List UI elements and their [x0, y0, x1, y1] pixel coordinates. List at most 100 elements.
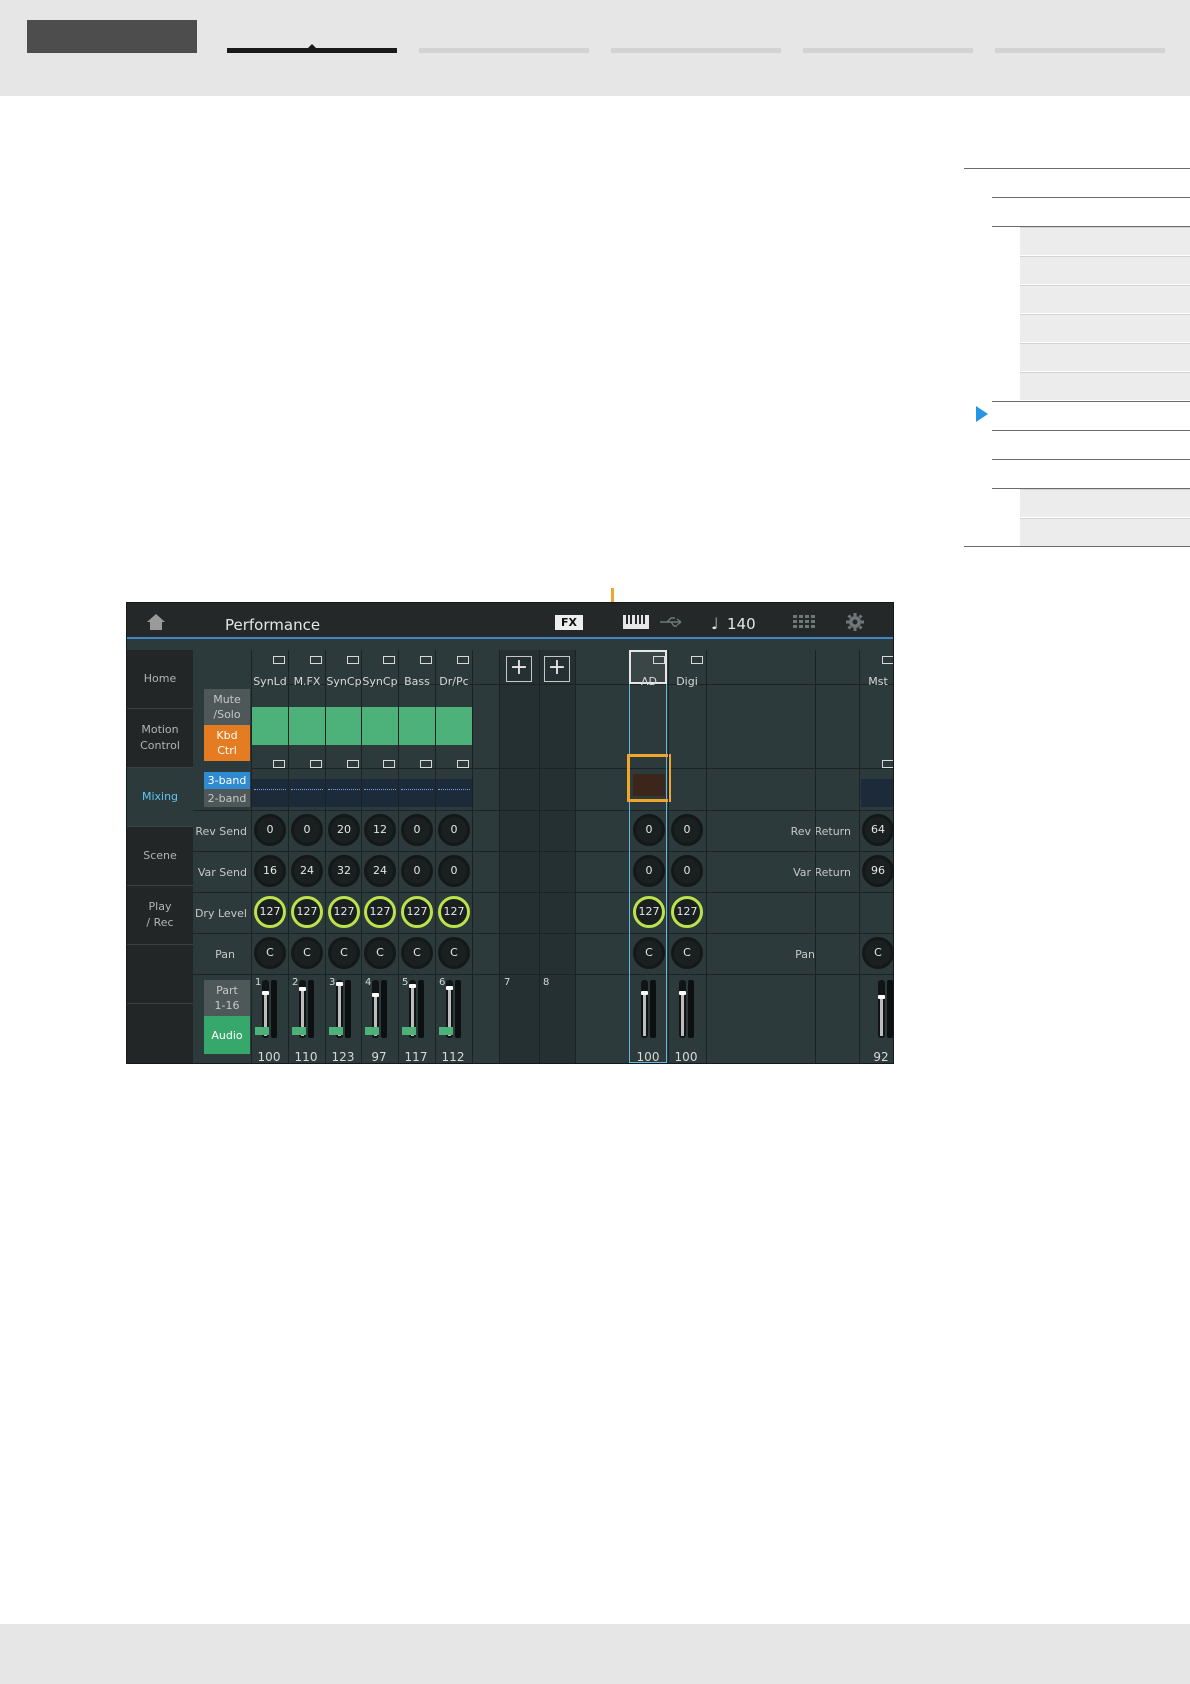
dry-level-knob[interactable]: 127 — [633, 896, 665, 928]
part-name[interactable]: Dr/Pc — [435, 675, 473, 688]
rev-send-knob[interactable]: 12 — [364, 814, 396, 846]
sidebar-item-scene[interactable]: Scene — [127, 827, 193, 886]
rev-return-knob[interactable]: 64 — [862, 814, 893, 846]
fx-button[interactable]: FX — [555, 615, 583, 630]
part-keyboard-icon[interactable] — [362, 707, 398, 745]
part-name[interactable]: M.FX — [288, 675, 326, 688]
fader-handle[interactable] — [679, 991, 686, 995]
pan-knob[interactable]: C — [438, 937, 470, 969]
add-part-button[interactable]: + — [506, 656, 532, 682]
var-send-knob[interactable]: 16 — [254, 855, 286, 887]
nav-tab-3[interactable] — [611, 48, 781, 53]
pan-knob[interactable]: C — [671, 937, 703, 969]
eq-3band-button[interactable]: 3-band — [204, 772, 250, 789]
pan-knob[interactable]: C — [291, 937, 323, 969]
part-name[interactable]: SynCp — [325, 675, 363, 688]
var-send-knob[interactable]: 0 — [401, 855, 433, 887]
master-volume-fader[interactable] — [878, 980, 885, 1038]
quick-access-grid-icon[interactable] — [793, 615, 815, 629]
part-keyboard-icon[interactable] — [436, 707, 472, 745]
audio-part-name[interactable]: Digi — [668, 675, 706, 688]
fader-handle[interactable] — [372, 993, 379, 997]
part-name[interactable]: SynCp — [361, 675, 399, 688]
fader-handle[interactable] — [409, 984, 416, 988]
rev-send-knob[interactable]: 0 — [671, 814, 703, 846]
part-name[interactable]: Bass — [398, 675, 436, 688]
master-eq-block[interactable] — [861, 779, 893, 807]
part-keyboard-icon[interactable] — [252, 707, 288, 745]
var-return-knob[interactable]: 96 — [862, 855, 893, 887]
part-keyboard-icon[interactable] — [399, 707, 435, 745]
nav-tab-4[interactable] — [803, 48, 973, 53]
volume-fader[interactable] — [641, 980, 648, 1038]
dry-level-knob[interactable]: 127 — [401, 896, 433, 928]
audio-button[interactable]: Audio — [204, 1016, 250, 1054]
pan-knob[interactable]: C — [633, 937, 665, 969]
master-name[interactable]: Mst — [859, 675, 893, 688]
pan-knob[interactable]: C — [254, 937, 286, 969]
toc-item[interactable] — [1020, 285, 1190, 313]
dry-level-knob[interactable]: 127 — [364, 896, 396, 928]
mute-solo-button[interactable]: Mute /Solo — [204, 689, 250, 725]
rev-send-knob[interactable]: 0 — [254, 814, 286, 846]
part-eq-block[interactable] — [326, 779, 362, 807]
part-eq-block[interactable] — [289, 779, 325, 807]
dry-level-knob[interactable]: 127 — [671, 896, 703, 928]
volume-fader[interactable] — [679, 980, 686, 1038]
rev-send-knob[interactable]: 20 — [328, 814, 360, 846]
var-send-knob[interactable]: 0 — [671, 855, 703, 887]
fader-handle[interactable] — [336, 982, 343, 986]
part-name[interactable]: SynLd — [251, 675, 289, 688]
dry-level-knob[interactable]: 127 — [254, 896, 286, 928]
var-send-knob[interactable]: 24 — [291, 855, 323, 887]
pan-knob[interactable]: C — [401, 937, 433, 969]
toc-item[interactable] — [1020, 256, 1190, 284]
kbd-ctrl-button[interactable]: Kbd Ctrl — [204, 725, 250, 761]
part-eq-block[interactable] — [436, 779, 472, 807]
eq-2band-button[interactable]: 2-band — [204, 789, 250, 807]
fader-handle[interactable] — [641, 991, 648, 995]
toc-item[interactable] — [1020, 518, 1190, 546]
var-send-knob[interactable]: 0 — [438, 855, 470, 887]
settings-gear-icon[interactable] — [845, 612, 865, 632]
fader-handle[interactable] — [446, 986, 453, 990]
audio-part-name[interactable]: AD — [630, 675, 668, 688]
part-eq-block[interactable] — [399, 779, 435, 807]
nav-tab-2[interactable] — [419, 48, 589, 53]
fader-handle[interactable] — [299, 987, 306, 991]
dry-level-knob[interactable]: 127 — [328, 896, 360, 928]
var-send-knob[interactable]: 0 — [633, 855, 665, 887]
toc-item[interactable] — [1020, 227, 1190, 255]
nav-tab-1[interactable] — [227, 48, 397, 53]
rev-send-knob[interactable]: 0 — [401, 814, 433, 846]
part-range-button[interactable]: Part 1-16 — [204, 980, 250, 1016]
rev-send-knob[interactable]: 0 — [633, 814, 665, 846]
add-part-button[interactable]: + — [544, 656, 570, 682]
rev-send-knob[interactable]: 0 — [291, 814, 323, 846]
pan-knob[interactable]: C — [364, 937, 396, 969]
var-send-knob[interactable]: 32 — [328, 855, 360, 887]
part-eq-block[interactable] — [252, 779, 288, 807]
sidebar-item-motion-control[interactable]: Motion Control — [127, 709, 193, 768]
tempo-value[interactable]: 140 — [727, 615, 756, 633]
ad-eq-block-highlight[interactable] — [627, 754, 671, 802]
part-keyboard-icon[interactable] — [289, 707, 325, 745]
toc-item[interactable] — [1020, 372, 1190, 400]
home-icon[interactable] — [146, 613, 166, 631]
dry-level-knob[interactable]: 127 — [438, 896, 470, 928]
fader-handle[interactable] — [262, 991, 269, 995]
toc-item[interactable] — [1020, 489, 1190, 517]
part-keyboard-icon[interactable] — [326, 707, 362, 745]
toc-item[interactable] — [1020, 314, 1190, 342]
sidebar-item-play-rec[interactable]: Play / Rec — [127, 886, 193, 945]
sidebar-item-mixing[interactable]: Mixing — [127, 768, 193, 827]
sidebar-item-home[interactable]: Home — [127, 650, 193, 709]
toc-item[interactable] — [1020, 343, 1190, 371]
fader-handle[interactable] — [878, 995, 885, 999]
part-eq-block[interactable] — [362, 779, 398, 807]
rev-send-knob[interactable]: 0 — [438, 814, 470, 846]
pan-knob[interactable]: C — [328, 937, 360, 969]
nav-tab-5[interactable] — [995, 48, 1165, 53]
dry-level-knob[interactable]: 127 — [291, 896, 323, 928]
var-send-knob[interactable]: 24 — [364, 855, 396, 887]
